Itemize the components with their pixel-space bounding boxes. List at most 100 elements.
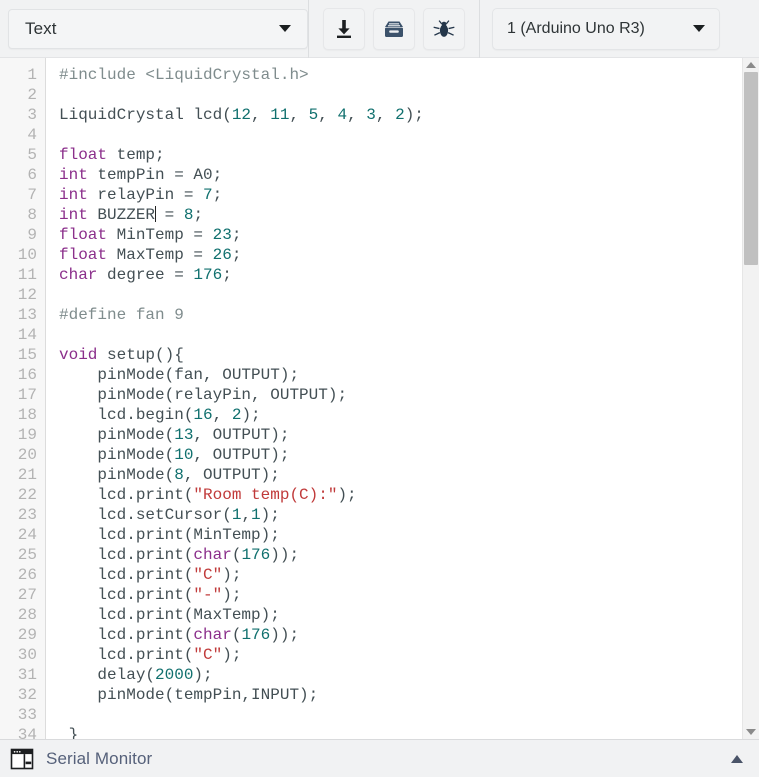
line-number: 33 [17, 706, 37, 724]
type-select-value: Text [25, 18, 57, 38]
toolbar-separator-2 [479, 0, 480, 58]
code-token: )); [270, 546, 300, 564]
code-token: ; [212, 186, 223, 204]
line-number: 30 [17, 646, 37, 664]
code-token: ; [231, 246, 242, 264]
code-token: 4 [337, 106, 348, 124]
code-token: lcd.print( [59, 546, 194, 564]
code-token: ); [193, 666, 213, 684]
code-line: lcd.print(MinTemp); [59, 525, 742, 545]
code-line: char degree = 176; [59, 265, 742, 285]
line-number: 31 [17, 666, 37, 684]
line-number: 23 [17, 506, 37, 524]
code-line: lcd.print("C"); [59, 645, 742, 665]
type-select-dropdown[interactable]: Text [8, 8, 308, 49]
code-token: "C" [193, 566, 223, 584]
code-token: , [289, 106, 309, 124]
code-token: 5 [308, 106, 319, 124]
board-select-dropdown[interactable]: 1 (Arduino Uno R3) [492, 7, 720, 50]
code-line: lcd.print("C"); [59, 565, 742, 585]
line-number: 1 [27, 66, 37, 84]
archive-box-icon [385, 21, 403, 37]
debug-button[interactable] [423, 7, 465, 50]
code-token: ); [404, 106, 424, 124]
line-number: 12 [17, 286, 37, 304]
code-token: float [59, 226, 108, 244]
code-token: char [193, 626, 232, 644]
code-line: lcd.print(MaxTemp); [59, 605, 742, 625]
chevron-down-icon [693, 25, 705, 32]
code-token: , [251, 106, 271, 124]
line-number: 22 [17, 486, 37, 504]
scrollbar-thumb[interactable] [744, 72, 758, 265]
serial-monitor-expand-icon[interactable] [731, 754, 743, 763]
board-select-value: 1 (Arduino Uno R3) [507, 19, 645, 37]
code-line: pinMode(10, OUTPUT); [59, 445, 742, 465]
code-token: #include <LiquidCrystal.h> [59, 66, 309, 84]
code-line: int tempPin = A0; [59, 165, 742, 185]
code-token: setup(){ [97, 346, 184, 364]
code-line: pinMode(13, OUTPUT); [59, 425, 742, 445]
code-line: LiquidCrystal lcd(12, 11, 5, 4, 3, 2); [59, 105, 742, 125]
line-number: 3 [27, 106, 37, 124]
code-token: 16 [193, 406, 213, 424]
serial-monitor-bar[interactable]: Serial Monitor [0, 739, 759, 777]
code-token: char [59, 266, 98, 284]
line-number: 7 [27, 186, 37, 204]
code-token: lcd.print( [59, 646, 194, 664]
code-token: 2 [231, 406, 242, 424]
scroll-up-button[interactable] [743, 58, 759, 72]
chevron-down-icon [279, 25, 291, 32]
code-token: 26 [212, 246, 232, 264]
code-line: pinMode(relayPin, OUTPUT); [59, 385, 742, 405]
code-token: pinMode( [59, 446, 175, 464]
upload-button[interactable] [323, 7, 365, 50]
code-token: 3 [366, 106, 376, 124]
code-line: } [59, 725, 742, 739]
code-token: , [347, 106, 367, 124]
line-number: 32 [17, 686, 37, 704]
toolbar-action-buttons [309, 7, 479, 50]
code-token: lcd.print(MinTemp); [59, 526, 280, 544]
line-number: 14 [17, 326, 37, 344]
code-token: float [59, 246, 108, 264]
code-token: pinMode( [59, 466, 175, 484]
code-token: MinTemp = [107, 226, 213, 244]
scroll-down-button[interactable] [743, 725, 759, 739]
code-token: relayPin = [87, 186, 204, 204]
code-token: 2 [395, 106, 405, 124]
code-line: lcd.print(char(176)); [59, 625, 742, 645]
code-token: , [212, 406, 232, 424]
line-number: 9 [27, 226, 37, 244]
code-content[interactable]: #include <LiquidCrystal.h> LiquidCrystal… [46, 58, 742, 739]
code-line: float MaxTemp = 26; [59, 245, 742, 265]
code-editor[interactable]: 1 2 3 4 5 6 7 8 9 10 11 12 13 14 15 16 17 18 19 20 21 22 23 24 2… [0, 58, 742, 739]
code-token: ); [260, 506, 280, 524]
editor-vertical-scrollbar[interactable] [742, 58, 759, 739]
code-token: "C" [193, 646, 223, 664]
code-token: pinMode(relayPin, OUTPUT); [59, 386, 348, 404]
line-number: 16 [17, 366, 37, 384]
triangle-down-icon [746, 729, 756, 735]
code-line: pinMode(8, OUTPUT); [59, 465, 742, 485]
line-number: 6 [27, 166, 37, 184]
code-token: #define fan 9 [59, 306, 184, 324]
code-token: 8 [174, 466, 184, 484]
line-number: 2 [27, 86, 37, 104]
code-token: } [59, 726, 79, 739]
code-token: pinMode(tempPin,INPUT); [59, 686, 319, 704]
code-line: lcd.setCursor(1,1); [59, 505, 742, 525]
code-token: int [59, 186, 88, 204]
code-token: 13 [174, 426, 194, 444]
code-token: , OUTPUT); [183, 466, 280, 484]
triangle-up-icon [746, 62, 756, 68]
code-token: , [241, 506, 252, 524]
code-line: pinMode(tempPin,INPUT); [59, 685, 742, 705]
code-line: delay(2000); [59, 665, 742, 685]
code-token: 2000 [155, 666, 194, 684]
library-button[interactable] [373, 7, 415, 50]
